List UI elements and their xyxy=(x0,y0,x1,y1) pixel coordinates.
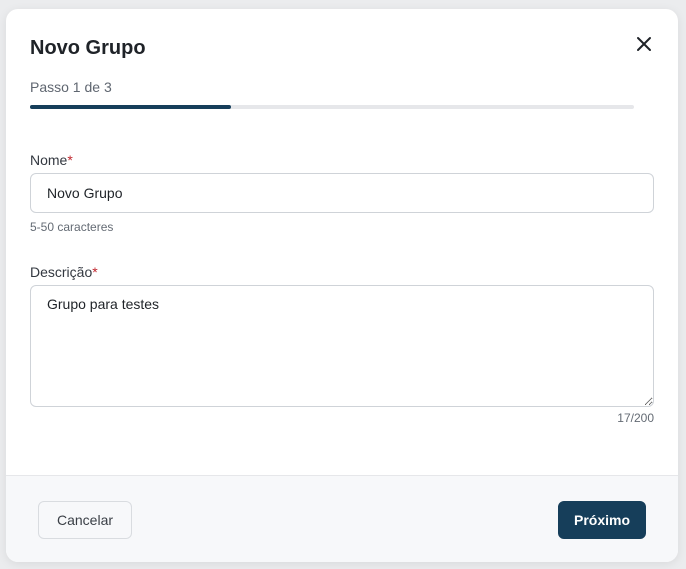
close-icon xyxy=(637,37,651,51)
name-label: Nome* xyxy=(30,152,73,168)
required-marker: * xyxy=(67,152,73,168)
description-label: Descrição* xyxy=(30,264,98,280)
step-indicator: Passo 1 de 3 xyxy=(30,79,112,95)
cancel-button[interactable]: Cancelar xyxy=(38,501,132,539)
dialog-title: Novo Grupo xyxy=(30,37,146,59)
name-label-text: Nome xyxy=(30,152,68,168)
close-button[interactable] xyxy=(633,33,655,55)
name-hint: 5-50 caracteres xyxy=(30,220,114,234)
required-marker: * xyxy=(92,264,98,280)
progress-bar-fill xyxy=(30,105,232,109)
description-textarea[interactable]: Grupo para testes xyxy=(30,285,654,407)
next-button[interactable]: Próximo xyxy=(558,501,646,539)
dialog-footer: Cancelar Próximo xyxy=(6,475,678,562)
description-label-text: Descrição xyxy=(30,264,93,280)
new-group-dialog: Novo Grupo Passo 1 de 3 Nome* 5-50 carac… xyxy=(6,9,678,562)
name-input[interactable] xyxy=(30,173,654,213)
progress-bar xyxy=(30,105,634,109)
character-counter: 17/200 xyxy=(617,411,654,425)
